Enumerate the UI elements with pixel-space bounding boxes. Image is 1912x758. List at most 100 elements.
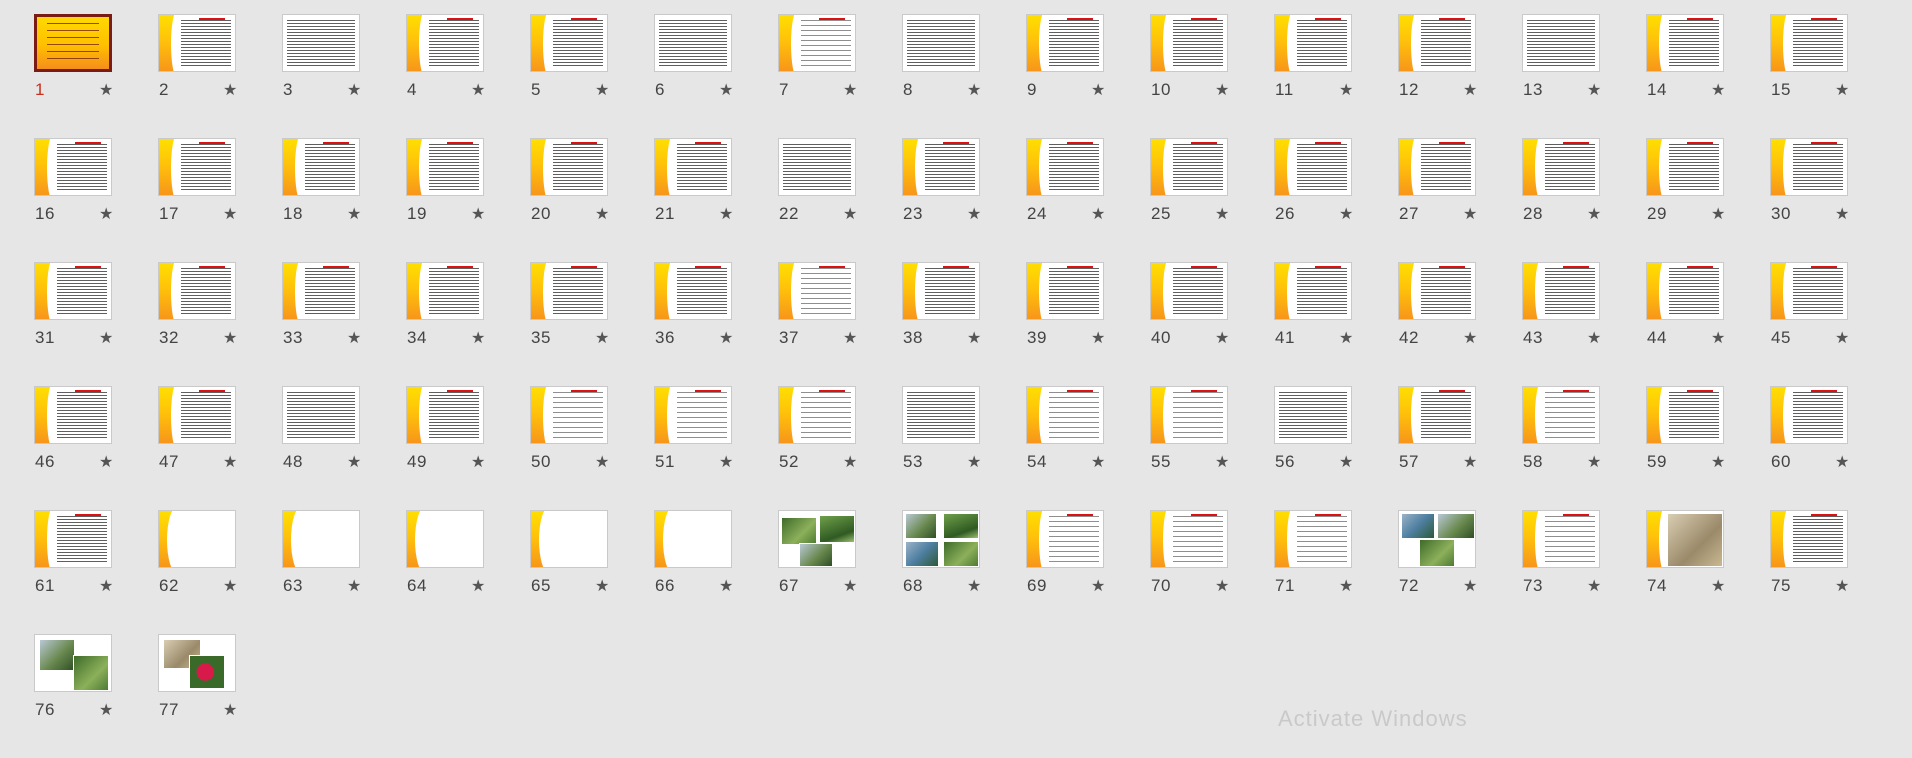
slide-thumbnail-item[interactable]: 47 ★ — [156, 386, 280, 510]
slide-thumbnail[interactable] — [1398, 510, 1476, 568]
slide-thumbnail-item[interactable]: 59 ★ — [1644, 386, 1768, 510]
slide-thumbnail-item[interactable]: 50 ★ — [528, 386, 652, 510]
slide-thumbnail[interactable] — [1398, 14, 1476, 72]
star-icon[interactable]: ★ — [99, 700, 113, 720]
slide-thumbnail[interactable] — [902, 14, 980, 72]
slide-thumbnail-item[interactable]: 53 ★ — [900, 386, 1024, 510]
slide-thumbnail[interactable] — [1026, 386, 1104, 444]
star-icon[interactable]: ★ — [1339, 452, 1353, 472]
slide-thumbnail-item[interactable]: 38 ★ — [900, 262, 1024, 386]
slide-thumbnail-item[interactable]: 35 ★ — [528, 262, 652, 386]
slide-thumbnail[interactable] — [282, 14, 360, 72]
star-icon[interactable]: ★ — [223, 80, 237, 100]
slide-thumbnail[interactable] — [282, 386, 360, 444]
star-icon[interactable]: ★ — [1215, 452, 1229, 472]
star-icon[interactable]: ★ — [843, 452, 857, 472]
slide-thumbnail-item[interactable]: 6 ★ — [652, 14, 776, 138]
slide-thumbnail[interactable] — [1274, 510, 1352, 568]
slide-thumbnail[interactable] — [158, 510, 236, 568]
star-icon[interactable]: ★ — [1339, 204, 1353, 224]
slide-thumbnail[interactable] — [1770, 262, 1848, 320]
slide-thumbnail[interactable] — [1646, 138, 1724, 196]
slide-thumbnail-item[interactable]: 15 ★ — [1768, 14, 1892, 138]
slide-thumbnail[interactable] — [1522, 262, 1600, 320]
slide-thumbnail[interactable] — [902, 138, 980, 196]
star-icon[interactable]: ★ — [595, 452, 609, 472]
slide-thumbnail-item[interactable]: 10 ★ — [1148, 14, 1272, 138]
star-icon[interactable]: ★ — [471, 328, 485, 348]
star-icon[interactable]: ★ — [1463, 452, 1477, 472]
slide-thumbnail-item[interactable]: 7 ★ — [776, 14, 900, 138]
slide-thumbnail-item[interactable]: 46 ★ — [32, 386, 156, 510]
slide-thumbnail-item[interactable]: 75 ★ — [1768, 510, 1892, 634]
slide-thumbnail[interactable] — [282, 138, 360, 196]
slide-thumbnail-item[interactable]: 42 ★ — [1396, 262, 1520, 386]
star-icon[interactable]: ★ — [1835, 328, 1849, 348]
slide-thumbnail-item[interactable]: 8 ★ — [900, 14, 1024, 138]
slide-thumbnail-item[interactable]: 23 ★ — [900, 138, 1024, 262]
slide-thumbnail[interactable] — [530, 262, 608, 320]
slide-thumbnail[interactable] — [778, 138, 856, 196]
slide-thumbnail-item[interactable]: 43 ★ — [1520, 262, 1644, 386]
slide-thumbnail[interactable] — [1026, 262, 1104, 320]
slide-thumbnail[interactable] — [1646, 262, 1724, 320]
slide-thumbnail[interactable] — [1646, 510, 1724, 568]
slide-thumbnail[interactable] — [1150, 14, 1228, 72]
slide-thumbnail[interactable] — [1398, 262, 1476, 320]
slide-thumbnail-item[interactable]: 9 ★ — [1024, 14, 1148, 138]
slide-thumbnail-item[interactable]: 58 ★ — [1520, 386, 1644, 510]
slide-thumbnail-item[interactable]: 12 ★ — [1396, 14, 1520, 138]
slide-thumbnail-item[interactable]: 52 ★ — [776, 386, 900, 510]
star-icon[interactable]: ★ — [347, 80, 361, 100]
slide-thumbnail[interactable] — [530, 14, 608, 72]
slide-thumbnail-item[interactable]: 73 ★ — [1520, 510, 1644, 634]
slide-thumbnail-item[interactable]: 31 ★ — [32, 262, 156, 386]
slide-thumbnail[interactable] — [778, 510, 856, 568]
slide-thumbnail[interactable] — [1026, 510, 1104, 568]
slide-thumbnail[interactable] — [902, 510, 980, 568]
slide-thumbnail[interactable] — [1646, 14, 1724, 72]
slide-thumbnail-item[interactable]: 55 ★ — [1148, 386, 1272, 510]
star-icon[interactable]: ★ — [99, 328, 113, 348]
slide-thumbnail[interactable] — [1274, 138, 1352, 196]
star-icon[interactable]: ★ — [1835, 452, 1849, 472]
star-icon[interactable]: ★ — [1587, 452, 1601, 472]
slide-thumbnail[interactable] — [34, 262, 112, 320]
slide-thumbnail-item[interactable]: 28 ★ — [1520, 138, 1644, 262]
slide-thumbnail-item[interactable]: 65 ★ — [528, 510, 652, 634]
slide-thumbnail[interactable] — [34, 634, 112, 692]
slide-thumbnail[interactable] — [1398, 386, 1476, 444]
star-icon[interactable]: ★ — [1091, 576, 1105, 596]
slide-thumbnail-item[interactable]: 2 ★ — [156, 14, 280, 138]
slide-thumbnail[interactable] — [1522, 386, 1600, 444]
slide-thumbnail[interactable] — [1150, 262, 1228, 320]
slide-thumbnail[interactable] — [654, 262, 732, 320]
slide-thumbnail-item[interactable]: 19 ★ — [404, 138, 528, 262]
star-icon[interactable]: ★ — [595, 576, 609, 596]
slide-thumbnail[interactable] — [406, 510, 484, 568]
slide-thumbnail-item[interactable]: 39 ★ — [1024, 262, 1148, 386]
star-icon[interactable]: ★ — [1835, 576, 1849, 596]
slide-thumbnail[interactable] — [1770, 510, 1848, 568]
star-icon[interactable]: ★ — [1215, 328, 1229, 348]
slide-thumbnail[interactable] — [406, 14, 484, 72]
star-icon[interactable]: ★ — [1463, 80, 1477, 100]
star-icon[interactable]: ★ — [1091, 328, 1105, 348]
slide-thumbnail-item[interactable]: 66 ★ — [652, 510, 776, 634]
star-icon[interactable]: ★ — [1835, 204, 1849, 224]
slide-thumbnail[interactable] — [406, 386, 484, 444]
slide-thumbnail[interactable] — [654, 138, 732, 196]
slide-thumbnail[interactable] — [158, 634, 236, 692]
slide-thumbnail-item[interactable]: 67 ★ — [776, 510, 900, 634]
slide-thumbnail-item[interactable]: 18 ★ — [280, 138, 404, 262]
star-icon[interactable]: ★ — [843, 204, 857, 224]
slide-thumbnail[interactable] — [1770, 386, 1848, 444]
star-icon[interactable]: ★ — [1463, 576, 1477, 596]
star-icon[interactable]: ★ — [347, 204, 361, 224]
slide-thumbnail[interactable] — [1274, 386, 1352, 444]
slide-thumbnail[interactable] — [1522, 14, 1600, 72]
star-icon[interactable]: ★ — [1215, 80, 1229, 100]
star-icon[interactable]: ★ — [1587, 328, 1601, 348]
slide-thumbnail[interactable] — [530, 138, 608, 196]
star-icon[interactable]: ★ — [967, 452, 981, 472]
